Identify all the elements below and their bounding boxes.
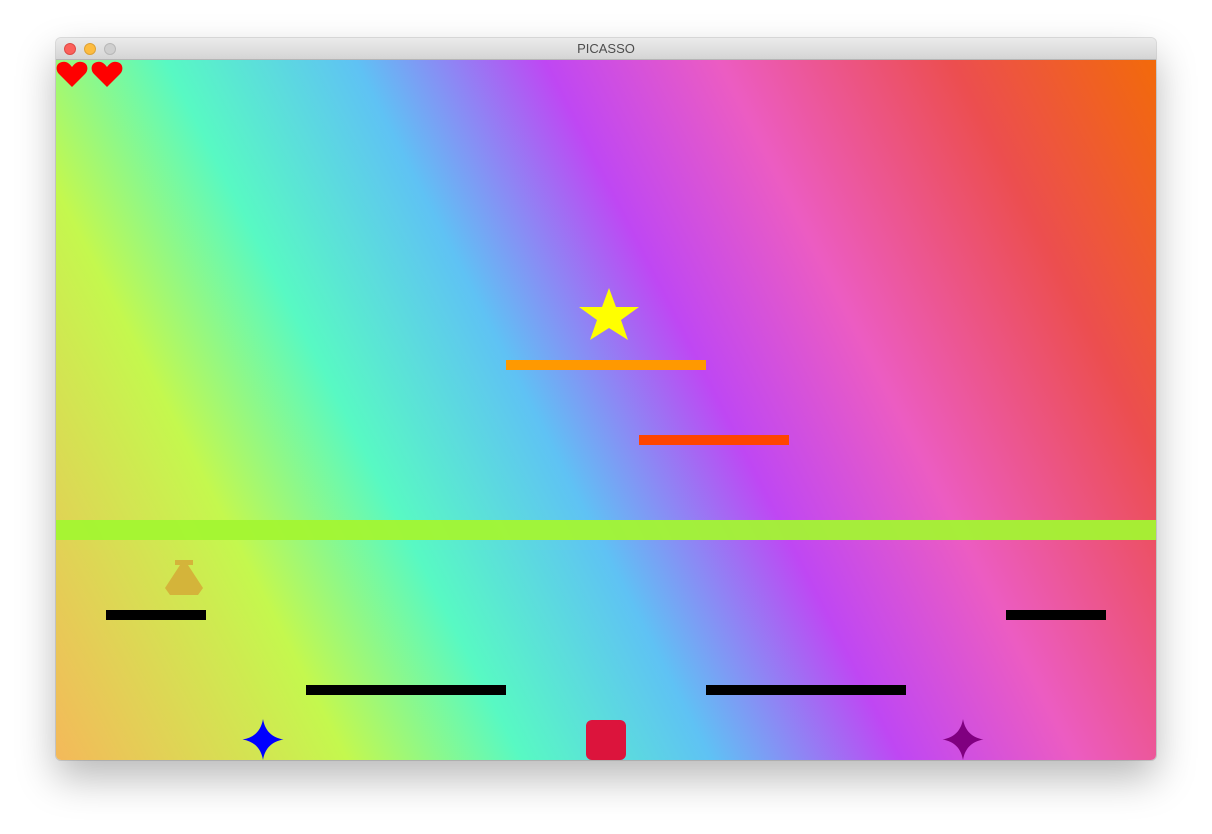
- black-platform: [106, 610, 206, 620]
- game-window: PICASSO: [56, 38, 1156, 760]
- black-platform: [1006, 610, 1106, 620]
- black-platform: [706, 685, 906, 695]
- title-bar[interactable]: PICASSO: [56, 38, 1156, 60]
- purple-player: [942, 719, 984, 760]
- window-title: PICASSO: [577, 41, 635, 56]
- orange-platform: [506, 360, 706, 370]
- green-ground: [56, 520, 1156, 540]
- star-icon: [579, 288, 639, 340]
- heart-icon: [56, 61, 88, 87]
- red-player: [586, 720, 626, 760]
- game-canvas[interactable]: [56, 60, 1156, 760]
- flask-icon: [165, 560, 203, 595]
- black-platform: [306, 685, 506, 695]
- red-orange-platform: [639, 435, 789, 445]
- blue-player: [242, 719, 284, 760]
- heart-icon: [91, 61, 123, 87]
